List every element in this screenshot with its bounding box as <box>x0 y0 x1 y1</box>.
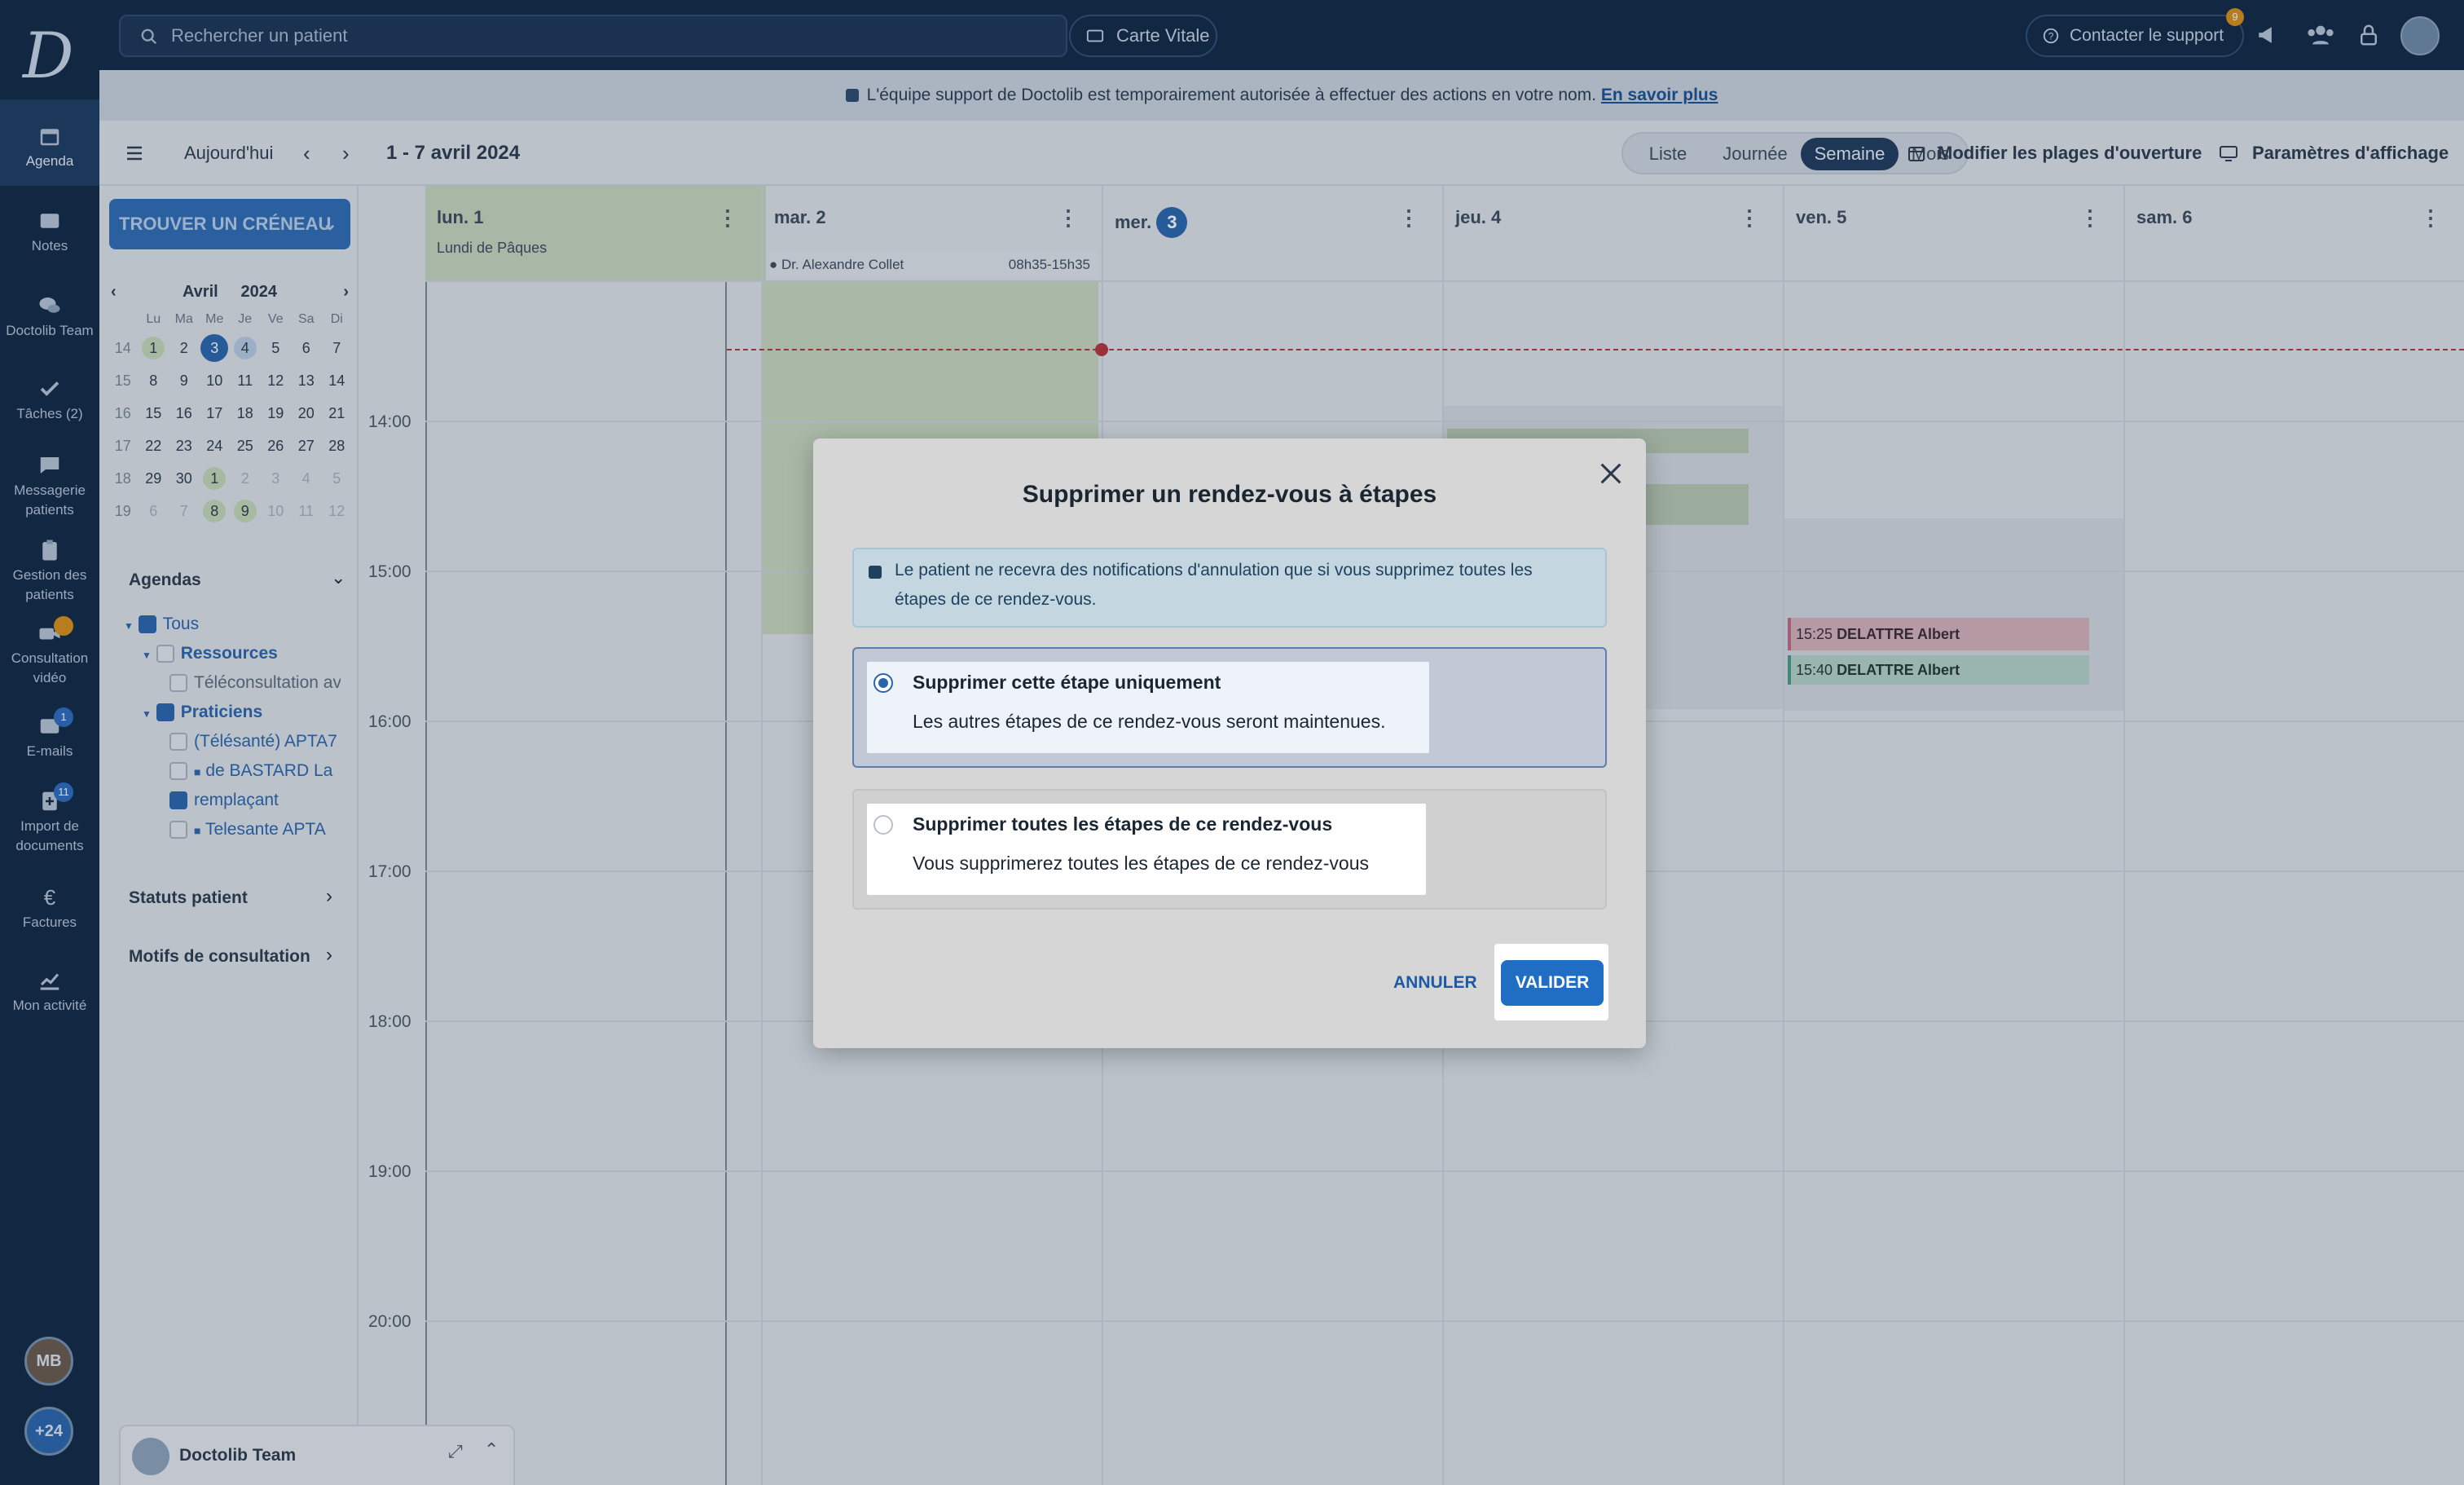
option-2-title: Supprimer toutes les étapes de ce rendez… <box>913 813 1333 835</box>
confirm-button-highlight: VALIDER <box>1494 944 1608 1020</box>
cancel-button[interactable]: ANNULER <box>1393 973 1477 993</box>
info-text-line1: Le patient ne recevra des notifications … <box>895 561 1533 579</box>
close-icon[interactable] <box>1597 460 1625 487</box>
confirm-button[interactable]: VALIDER <box>1501 960 1604 1006</box>
option-delete-this-step[interactable]: Supprimer cette étape uniquement Les aut… <box>852 647 1607 768</box>
option-1-title: Supprimer cette étape uniquement <box>913 672 1221 693</box>
option-1-description: Les autres étapes de ce rendez-vous sero… <box>913 711 1386 732</box>
dialog-title: Supprimer un rendez-vous à étapes <box>1022 481 1437 508</box>
radio-delete-this-step[interactable] <box>873 673 893 693</box>
info-text-line2: étapes de ce rendez-vous. <box>895 590 1097 609</box>
option-2-description: Vous supprimerez toutes les étapes de ce… <box>913 853 1369 874</box>
radio-delete-all-steps[interactable] <box>873 815 893 835</box>
info-notice: Le patient ne recevra des notifications … <box>852 548 1607 628</box>
app-root: D Agenda Notes Doctolib Team Tâches (2) … <box>0 0 2464 1485</box>
option-1-content[interactable]: Supprimer cette étape uniquement Les aut… <box>867 662 1429 753</box>
info-icon <box>869 566 882 579</box>
option-delete-all-steps[interactable]: Supprimer toutes les étapes de ce rendez… <box>852 789 1607 910</box>
delete-step-appointment-dialog: Supprimer un rendez-vous à étapes Le pat… <box>813 438 1646 1048</box>
option-2-content[interactable]: Supprimer toutes les étapes de ce rendez… <box>867 804 1426 895</box>
